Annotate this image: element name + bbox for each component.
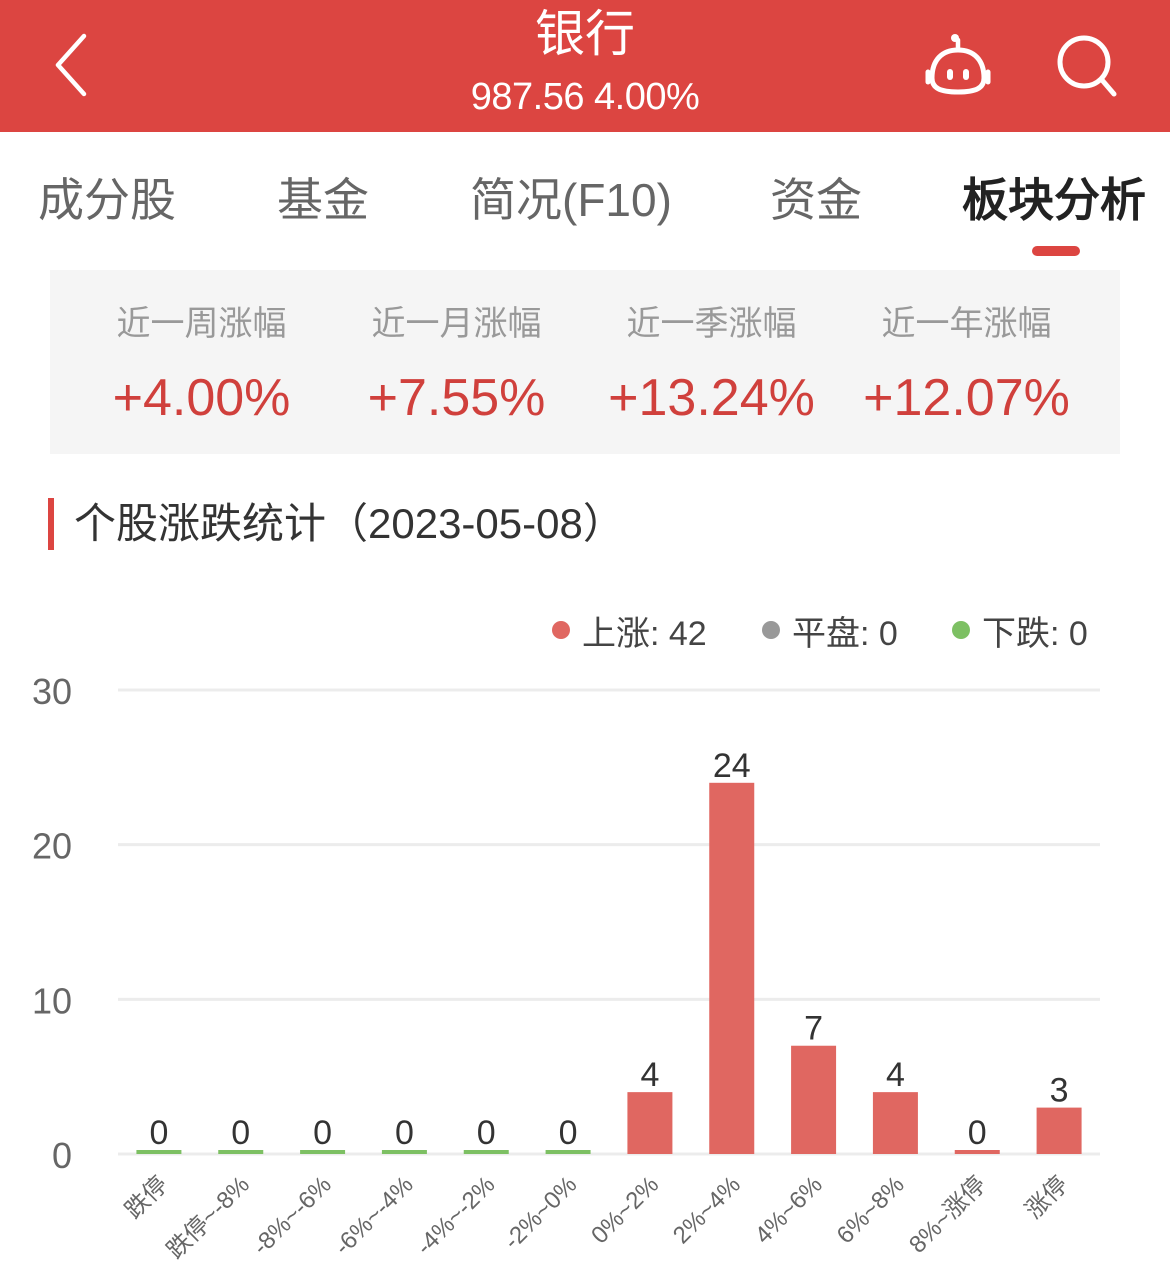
x-tick-label: 8%~涨停 xyxy=(904,1171,991,1258)
stat-label: 近一季涨幅 xyxy=(626,305,797,343)
section-accent-bar xyxy=(48,498,54,550)
legend-label-up: 上涨: 42 xyxy=(582,614,707,653)
bar[interactable] xyxy=(791,1045,837,1154)
stat-label: 近一周涨幅 xyxy=(116,305,287,343)
section-title: 个股涨跌统计（2023-05-08） xyxy=(74,500,625,547)
tab-sector-analysis[interactable]: 板块分析 xyxy=(962,170,1146,230)
x-tick-label: 2%~4% xyxy=(668,1171,746,1249)
x-tick-label: -2%~0% xyxy=(499,1171,583,1255)
bar-value-label: 3 xyxy=(1050,1072,1069,1110)
bar-value-label: 4 xyxy=(640,1056,659,1094)
search-icon xyxy=(1057,35,1117,97)
bar[interactable] xyxy=(709,782,755,1154)
stat-value: +12.07% xyxy=(863,369,1070,427)
top-bar: 银行 987.56 4.00% xyxy=(0,0,1170,132)
bar[interactable] xyxy=(1036,1107,1082,1154)
x-tick-label: 跌停~-8% xyxy=(162,1171,255,1264)
bar-value-label: 0 xyxy=(313,1114,332,1152)
search-button[interactable] xyxy=(1050,32,1122,98)
x-tick-label: -4%~-2% xyxy=(411,1171,500,1260)
x-tick-label: 6%~8% xyxy=(832,1171,910,1249)
stat-label: 近一月涨幅 xyxy=(371,305,542,343)
x-tick-label: 跌停 xyxy=(120,1171,173,1224)
legend-up: 上涨: 42 xyxy=(552,608,707,653)
legend-down: 下跌: 0 xyxy=(952,608,1088,653)
bar[interactable] xyxy=(872,1092,918,1154)
bar-value-label: 4 xyxy=(886,1056,905,1094)
assistant-button[interactable] xyxy=(920,32,996,98)
stat-value: +13.24% xyxy=(608,369,815,427)
tab-constituents[interactable]: 成分股 xyxy=(38,170,176,230)
legend-dot-flat xyxy=(762,621,780,639)
distribution-bar-chart: 01020300跌停0跌停~-8%0-8%~-6%0-6%~-4%0-4%~-2… xyxy=(32,671,1100,1264)
bar-value-label: 0 xyxy=(149,1114,168,1152)
bar-value-label: 24 xyxy=(713,747,751,785)
active-tab-indicator xyxy=(1032,246,1080,256)
tab-funds[interactable]: 基金 xyxy=(277,170,369,230)
legend-flat: 平盘: 0 xyxy=(762,608,898,653)
bar-value-label: 0 xyxy=(968,1114,987,1152)
x-tick-label: 涨停 xyxy=(1020,1171,1073,1224)
y-tick-label: 0 xyxy=(52,1135,72,1176)
y-tick-label: 30 xyxy=(32,671,72,712)
bar-value-label: 7 xyxy=(804,1010,823,1048)
bar-value-label: 0 xyxy=(231,1114,250,1152)
performance-summary: 近一周涨幅 +4.00% 近一月涨幅 +7.55% 近一季涨幅 +13.24% … xyxy=(50,270,1120,454)
x-tick-label: -6%~-4% xyxy=(329,1171,418,1260)
y-tick-label: 20 xyxy=(32,826,72,867)
legend-label-flat: 平盘: 0 xyxy=(792,614,898,653)
stat-value: +4.00% xyxy=(112,369,291,427)
stat-label: 近一年涨幅 xyxy=(881,305,1052,343)
y-tick-label: 10 xyxy=(32,980,72,1021)
legend-label-down: 下跌: 0 xyxy=(982,614,1088,653)
bar-value-label: 0 xyxy=(477,1114,496,1152)
bar-value-label: 0 xyxy=(559,1114,578,1152)
x-tick-label: 0%~2% xyxy=(586,1171,664,1249)
tab-capital[interactable]: 资金 xyxy=(770,170,862,230)
stat-value: +7.55% xyxy=(367,369,546,427)
tab-bar: 成分股 基金 简况(F10) 资金 板块分析 xyxy=(0,140,1170,260)
x-tick-label: -8%~-6% xyxy=(247,1171,336,1260)
legend-dot-down xyxy=(952,621,970,639)
bar-value-label: 0 xyxy=(395,1114,414,1152)
legend-dot-up xyxy=(552,621,570,639)
bar[interactable] xyxy=(627,1092,673,1154)
x-tick-label: 4%~6% xyxy=(750,1171,828,1249)
tab-profile-f10[interactable]: 简况(F10) xyxy=(470,170,672,230)
robot-assistant-icon xyxy=(925,34,991,95)
